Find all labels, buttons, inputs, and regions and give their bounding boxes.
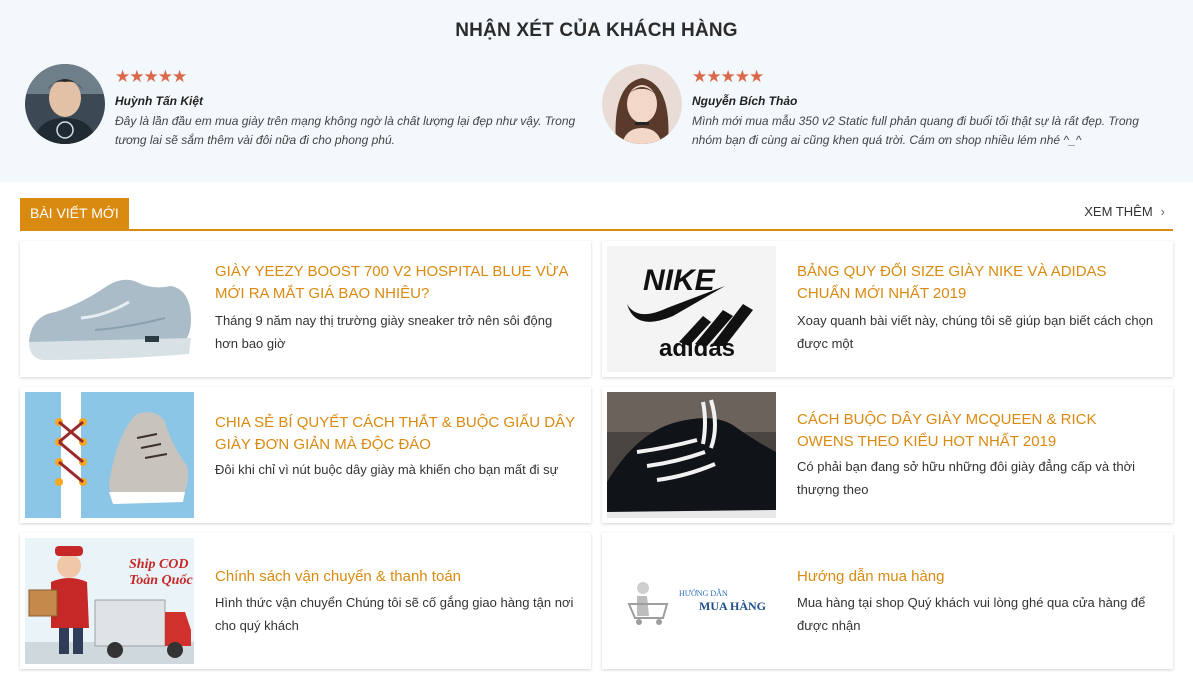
post-excerpt: Đôi khi chỉ vì nút buộc dây giày mà khiế… [215, 462, 559, 477]
post-card[interactable]: HƯỚNG DẪN MUA HÀNG Hướng dẫn mua hàng Mu… [602, 533, 1173, 669]
chevron-right-icon: › [1160, 204, 1165, 219]
rating-stars: ★★★★★ [115, 67, 187, 86]
avatar [602, 64, 682, 144]
post-thumbnail[interactable]: NIKE adidas [607, 246, 776, 372]
adidas-logo-text: adidas [659, 335, 735, 362]
reviewer-name: Huỳnh Tấn Kiệt [115, 94, 204, 108]
post-title-link[interactable]: CÁCH BUỘC DÂY GIÀY MCQUEEN & RICK OWENS … [797, 409, 1157, 453]
nike-logo-text: NIKE [643, 264, 716, 297]
ship-cod-text: Ship COD [129, 557, 189, 572]
post-excerpt: Hình thức vận chuyển Chúng tôi sẽ cố gắn… [215, 595, 574, 633]
post-title-link[interactable]: GIÀY YEEZY BOOST 700 V2 HOSPITAL BLUE VỪ… [215, 261, 575, 305]
guide-small-text: HƯỚNG DẪN [679, 588, 728, 598]
post-card[interactable]: CHIA SẺ BÍ QUYẾT CÁCH THẮT & BUỘC GIẤU D… [20, 387, 591, 523]
post-title-link[interactable]: Hướng dẫn mua hàng [797, 566, 1157, 588]
review-text: Mình mới mua mẫu 350 v2 Static full phản… [692, 114, 1139, 147]
customer-reviews-section: NHẬN XÉT CỦA KHÁCH HÀNG ★★★★★ Huỳnh Tấn … [0, 0, 1193, 182]
post-excerpt: Có phải bạn đang sở hữu những đôi giày đ… [797, 459, 1136, 497]
see-more-label: XEM THÊM [1084, 204, 1153, 219]
post-card[interactable]: NIKE adidas BẢNG QUY ĐỔI SIZE GIÀY NIKE … [602, 241, 1173, 377]
post-excerpt: Tháng 9 năm nay thị trường giày sneaker … [215, 313, 553, 351]
post-excerpt: Xoay quanh bài viết này, chúng tôi sẽ gi… [797, 313, 1154, 351]
post-title-link[interactable]: Chính sách vận chuyển & thanh toán [215, 566, 575, 588]
post-thumbnail[interactable] [25, 246, 194, 372]
review-text: Đây là lần đầu em mua giày trên mạng khô… [115, 114, 576, 147]
rating-stars: ★★★★★ [692, 67, 764, 86]
reviewer-name: Nguyễn Bích Thảo [692, 94, 798, 108]
post-title-link[interactable]: BẢNG QUY ĐỔI SIZE GIÀY NIKE VÀ ADIDAS CH… [797, 261, 1157, 305]
post-thumbnail[interactable] [607, 392, 776, 518]
post-thumbnail[interactable]: Ship COD Toàn Quốc [25, 538, 194, 664]
post-excerpt: Mua hàng tại shop Quý khách vui lòng ghé… [797, 595, 1146, 633]
new-posts-header: BÀI VIẾT MỚI XEM THÊM › [20, 198, 1173, 231]
see-more-link[interactable]: XEM THÊM › [1084, 204, 1165, 219]
nationwide-text: Toàn Quốc [129, 573, 193, 588]
post-card[interactable]: GIÀY YEEZY BOOST 700 V2 HOSPITAL BLUE VỪ… [20, 241, 591, 377]
post-card[interactable]: Ship COD Toàn Quốc Chính sách vận chuyển… [20, 533, 591, 669]
section-tab-new-posts: BÀI VIẾT MỚI [20, 198, 129, 229]
post-thumbnail[interactable]: HƯỚNG DẪN MUA HÀNG [607, 538, 776, 664]
reviews-title: NHẬN XÉT CỦA KHÁCH HÀNG [455, 20, 738, 41]
avatar [25, 64, 105, 144]
post-card[interactable]: CÁCH BUỘC DÂY GIÀY MCQUEEN & RICK OWENS … [602, 387, 1173, 523]
post-title-link[interactable]: CHIA SẺ BÍ QUYẾT CÁCH THẮT & BUỘC GIẤU D… [215, 412, 575, 456]
post-thumbnail[interactable] [25, 392, 194, 518]
guide-large-text: MUA HÀNG [699, 599, 766, 613]
